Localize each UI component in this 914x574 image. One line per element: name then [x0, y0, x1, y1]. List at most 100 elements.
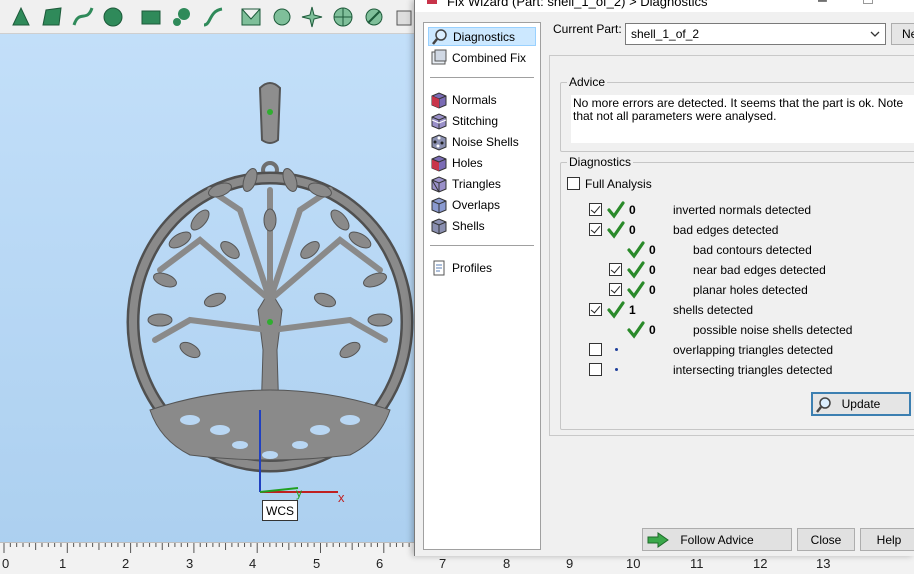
ruler-tick-10: 10 [626, 556, 641, 571]
diagnostic-checkbox[interactable] [609, 283, 622, 296]
freehand-icon[interactable] [198, 2, 228, 32]
diagnostic-count: 0 [649, 323, 656, 337]
cube-noise-icon [430, 133, 448, 151]
current-part-select[interactable]: shell_1_of_2 [625, 23, 886, 45]
mesh-star-icon[interactable] [298, 2, 328, 32]
full-analysis-checkbox[interactable] [567, 177, 580, 190]
current-part-label: Current Part: [553, 22, 622, 36]
arrow-right-icon [647, 532, 669, 551]
diagnostic-label: shells detected [673, 303, 754, 317]
wizard-icon [427, 0, 437, 4]
diagnostic-checkbox[interactable] [609, 263, 622, 276]
diagnostics-panel: Advice No more errors are detected. It s… [549, 55, 914, 436]
follow-advice-label: Follow Advice [680, 532, 754, 547]
minimize-icon[interactable]: – [818, 0, 827, 10]
diagnostic-count: 0 [649, 263, 656, 277]
nav-divider [430, 77, 534, 78]
diagnostic-label: possible noise shells detected [693, 323, 853, 337]
ruler-tick-11: 11 [690, 556, 704, 571]
wizard-nav: Diagnostics Combined Fix Normals Stitchi… [423, 22, 541, 550]
ruler-tick-13: 13 [816, 556, 831, 571]
nav-item-combined-fix[interactable]: Combined Fix [428, 48, 530, 67]
ruler-tick-6: 6 [376, 556, 384, 571]
select-triangle-icon[interactable] [6, 2, 36, 32]
mesh-circle-icon[interactable] [328, 2, 358, 32]
axis-x-label: x [338, 490, 345, 505]
update-button-label: Update [841, 397, 881, 411]
current-part-value: shell_1_of_2 [631, 27, 700, 41]
dialog-title: Fix Wizard (Part: shell_1_of_2) > Diagno… [447, 0, 708, 9]
toolbar [0, 0, 420, 34]
diagnostic-count: 0 [629, 223, 636, 237]
nav-item-holes[interactable]: Holes [428, 153, 487, 172]
cube-triangles-icon [430, 175, 448, 193]
follow-advice-button[interactable]: Follow Advice [642, 528, 792, 551]
mesh-plane-icon[interactable] [236, 2, 266, 32]
select-curve-icon[interactable] [68, 2, 98, 32]
nav-item-shells[interactable]: Shells [428, 216, 489, 235]
nav-item-profiles[interactable]: Profiles [428, 258, 496, 277]
dialog-titlebar[interactable]: Fix Wizard (Part: shell_1_of_2) > Diagno… [415, 0, 914, 12]
nav-item-diagnostics[interactable]: Diagnostics [428, 27, 536, 46]
cube-stitching-icon [430, 112, 448, 130]
check-ok-icon [607, 221, 625, 239]
ruler-tick-2: 2 [122, 556, 130, 571]
nav-item-label: Combined Fix [452, 50, 527, 65]
nav-item-label: Triangles [452, 176, 501, 191]
mesh-cut-icon[interactable] [359, 2, 389, 32]
diagnostic-count: 0 [649, 243, 656, 257]
nav-item-triangles[interactable]: Triangles [428, 174, 505, 193]
magnifier-icon [431, 28, 449, 46]
mesh-brush-icon[interactable] [267, 2, 297, 32]
diagnostic-checkbox[interactable] [589, 303, 602, 316]
diagnostic-label: bad edges detected [673, 223, 779, 237]
nav-item-label: Noise Shells [452, 134, 519, 149]
check-ok-icon [627, 281, 645, 299]
document-icon [430, 259, 448, 277]
diagnostic-checkbox[interactable] [589, 203, 602, 216]
next-part-button[interactable]: Ne [891, 23, 914, 45]
nav-item-noise-shells[interactable]: Noise Shells [428, 132, 523, 151]
check-ok-icon [607, 201, 625, 219]
nav-item-label: Profiles [452, 260, 493, 275]
diagnostic-checkbox[interactable] [589, 223, 602, 236]
lasso-icon[interactable] [167, 2, 197, 32]
select-rectangle-icon[interactable] [136, 2, 166, 32]
chevron-down-icon [870, 31, 880, 37]
nav-divider [430, 245, 534, 246]
cube-holes-icon [430, 154, 448, 172]
diagnostic-label: inverted normals detected [673, 203, 812, 217]
diagnostic-count: 1 [629, 303, 636, 317]
check-ok-icon [607, 301, 625, 319]
advice-title: Advice [567, 75, 608, 89]
select-surface-icon[interactable] [37, 2, 67, 32]
advice-message: No more errors are detected. It seems th… [573, 96, 904, 123]
nav-item-normals[interactable]: Normals [428, 90, 501, 109]
check-ok-icon [627, 261, 645, 279]
combined-fix-icon [430, 49, 448, 67]
pendant-model[interactable] [120, 70, 430, 510]
axis-y-label: y [296, 486, 302, 500]
update-button[interactable]: Update [811, 392, 911, 416]
diagnostic-label: intersecting triangles detected [673, 363, 833, 377]
diagnostic-count: 0 [649, 283, 656, 297]
magnifier-icon [815, 396, 833, 417]
diagnostic-checkbox[interactable] [589, 343, 602, 356]
ruler-tick-12: 12 [753, 556, 768, 571]
close-button[interactable]: Close [797, 528, 855, 551]
help-button[interactable]: Help [860, 528, 914, 551]
diagnostic-label: near bad edges detected [693, 263, 826, 277]
nav-item-label: Diagnostics [453, 29, 516, 44]
nav-item-label: Normals [452, 92, 497, 107]
ruler-tick-3: 3 [186, 556, 194, 571]
select-shell-icon[interactable] [99, 2, 129, 32]
ruler-tick-8: 8 [503, 556, 511, 571]
full-analysis-label: Full Analysis [585, 177, 652, 191]
nav-item-stitching[interactable]: Stitching [428, 111, 502, 130]
nav-item-label: Holes [452, 155, 483, 170]
cube-normals-icon [430, 91, 448, 109]
nav-item-overlaps[interactable]: Overlaps [428, 195, 504, 214]
ruler-tick-1: 1 [59, 556, 67, 571]
maximize-icon[interactable] [863, 0, 873, 4]
diagnostic-checkbox[interactable] [589, 363, 602, 376]
